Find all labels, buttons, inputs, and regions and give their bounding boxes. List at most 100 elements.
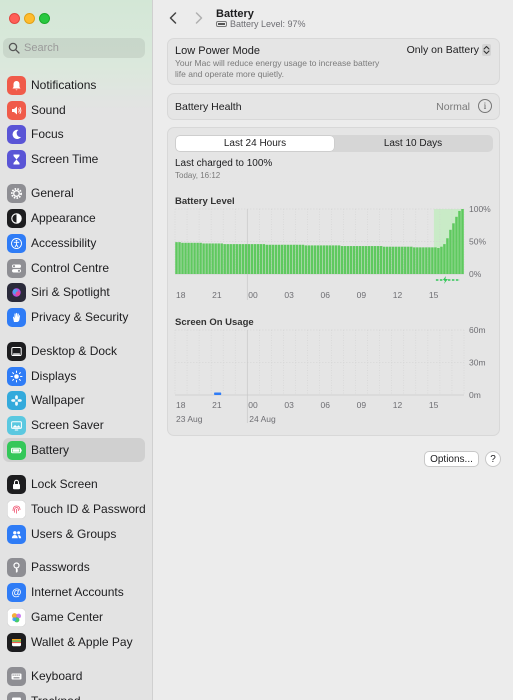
sidebar-item-general[interactable]: General	[3, 181, 145, 205]
svg-text:@: @	[12, 587, 22, 598]
sidebar-item-keyboard[interactable]: Keyboard	[3, 664, 145, 688]
battery-level-bar	[422, 247, 425, 274]
battery-level-bar	[319, 245, 323, 274]
battery-level-bar	[385, 246, 389, 274]
sidebar-item-desktop-and-dock[interactable]: Desktop & Dock	[3, 339, 145, 363]
battery-level-bar	[175, 242, 178, 274]
low-power-mode-select[interactable]: Only on Battery	[407, 44, 491, 56]
sidebar-item-label: Trackpad	[31, 694, 81, 700]
sidebar-item-label: Screen Time	[31, 152, 99, 166]
battery-level-bar	[452, 223, 455, 274]
battery-level-bar	[226, 244, 229, 274]
battery-level-bar	[337, 245, 341, 274]
battery-level-bar	[428, 247, 431, 274]
users-icon	[7, 524, 26, 544]
help-button[interactable]: ?	[485, 451, 501, 467]
accessibility-icon	[7, 233, 26, 253]
search-input[interactable]	[24, 42, 134, 54]
back-button[interactable]	[165, 9, 181, 27]
sidebar-item-notifications[interactable]: Notifications	[3, 73, 145, 97]
battery-level-bar	[268, 244, 272, 274]
keyboard-icon	[7, 666, 26, 686]
battery-level-bar	[395, 246, 398, 274]
sidebar-item-label: Focus	[31, 127, 64, 141]
battery-level-bar	[289, 244, 293, 274]
battery-level-bar	[382, 246, 386, 274]
sidebar-item-focus[interactable]: Focus	[3, 122, 145, 146]
battery-level-bar	[187, 242, 190, 274]
x-tick-label: 09	[357, 290, 367, 300]
sidebar-item-label: Appearance	[31, 211, 96, 225]
battery-level-chart: 100% 50% 0% 18 21 00 03 06 09 12 15	[174, 206, 491, 300]
battery-usage-card: Last 24 Hours Last 10 Days Last charged …	[167, 127, 500, 436]
battery-level-bar	[271, 244, 275, 274]
sidebar-item-screen-saver[interactable]: Screen Saver	[3, 413, 145, 437]
battery-health-value: Normal	[436, 101, 470, 113]
battery-level-bar	[437, 248, 440, 274]
x-tick-label: 06	[321, 400, 331, 410]
sidebar-item-internet-accounts[interactable]: @ Internet Accounts	[3, 580, 145, 604]
lock-icon	[7, 474, 26, 494]
x-tick-label: 00	[248, 290, 258, 300]
date-label: 24 Aug	[249, 414, 276, 424]
battery-level-bar	[286, 244, 290, 274]
battery-mini-icon	[216, 21, 227, 27]
sidebar-item-passwords[interactable]: Passwords	[3, 555, 145, 579]
charging-bolt-icon	[442, 276, 448, 284]
close-window-button[interactable]	[9, 13, 20, 24]
sidebar-item-sound[interactable]: Sound	[3, 98, 145, 122]
battery-level-bar	[449, 229, 452, 274]
battery-level-bar	[244, 244, 247, 274]
options-button[interactable]: Options...	[424, 451, 479, 467]
battery-level-bar	[214, 243, 217, 274]
sidebar-item-lock-screen[interactable]: Lock Screen	[3, 472, 145, 496]
zoom-window-button[interactable]	[39, 13, 50, 24]
battery-level-bar	[401, 246, 404, 274]
search-icon	[8, 42, 20, 54]
forward-button[interactable]	[191, 9, 207, 27]
tab-last-24-hours[interactable]: Last 24 Hours	[176, 136, 334, 151]
x-tick-label: 18	[176, 290, 186, 300]
gamecenter-icon	[7, 607, 26, 627]
tab-last-10-days[interactable]: Last 10 Days	[334, 136, 492, 151]
sidebar-item-accessibility[interactable]: Accessibility	[3, 231, 145, 255]
sidebar-item-wallpaper[interactable]: Wallpaper	[3, 388, 145, 412]
sidebar-item-privacy-and-security[interactable]: Privacy & Security	[3, 305, 145, 329]
sidebar-item-wallet-and-apple-pay[interactable]: Wallet & Apple Pay	[3, 630, 145, 654]
sidebar-item-battery[interactable]: Battery	[3, 438, 145, 462]
battery-level-bar	[247, 244, 251, 274]
battery-level-bar	[343, 246, 347, 274]
sidebar-item-label: General	[31, 186, 74, 200]
sidebar-item-game-center[interactable]: Game Center	[3, 605, 145, 629]
sidebar-item-control-centre[interactable]: Control Centre	[3, 256, 145, 280]
sidebar-item-label: Battery	[31, 443, 70, 457]
sidebar-item-displays[interactable]: Displays	[3, 364, 145, 388]
sidebar-item-label: Passwords	[31, 560, 90, 574]
search-field[interactable]	[3, 38, 145, 58]
battery-level-bar	[398, 246, 401, 274]
minimize-window-button[interactable]	[24, 13, 35, 24]
hourglass-icon	[7, 149, 26, 169]
sidebar-item-label: Wallet & Apple Pay	[31, 635, 133, 649]
battery-level-bar	[361, 246, 365, 274]
sidebar-item-users-and-groups[interactable]: Users & Groups	[3, 522, 145, 546]
sidebar-item-trackpad[interactable]: Trackpad	[3, 689, 145, 700]
x-tick-label: 03	[284, 290, 294, 300]
battery-icon	[7, 440, 26, 460]
sidebar-item-siri-and-spotlight[interactable]: Siri & Spotlight	[3, 280, 145, 304]
info-icon[interactable]: i	[478, 99, 492, 113]
battery-level-bar	[238, 244, 241, 274]
screensaver-icon	[7, 415, 26, 435]
sidebar-item-appearance[interactable]: Appearance	[3, 206, 145, 230]
battery-level-bar	[265, 244, 269, 274]
battery-level-bar	[419, 247, 422, 274]
battery-level-bar	[202, 243, 205, 274]
sidebar-item-touch-id-and-password[interactable]: Touch ID & Password	[3, 497, 146, 521]
battery-level-bar	[205, 243, 208, 274]
sidebar-item-screen-time[interactable]: Screen Time	[3, 147, 145, 171]
battery-level-bar	[388, 246, 392, 274]
battery-level-bar	[407, 246, 410, 274]
battery-level-bar	[292, 244, 296, 274]
battery-level-bar	[364, 246, 368, 274]
screen-on-usage-bar	[214, 392, 222, 395]
